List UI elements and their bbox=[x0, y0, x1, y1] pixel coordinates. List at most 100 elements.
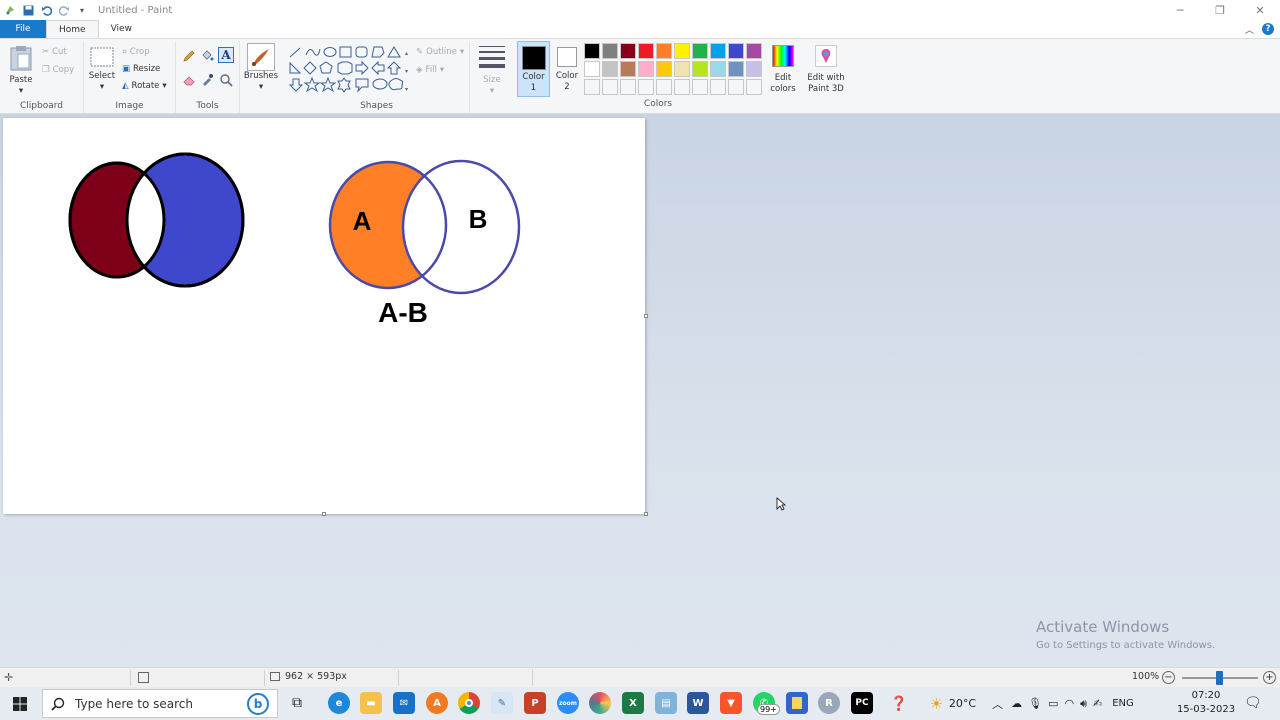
select-button[interactable]: Select ▾ bbox=[88, 47, 116, 93]
magnifier-icon[interactable] bbox=[219, 73, 233, 87]
palette-swatch[interactable] bbox=[674, 43, 690, 59]
brave-icon[interactable]: ▼ bbox=[720, 692, 742, 714]
close-button[interactable]: ✕ bbox=[1240, 0, 1280, 20]
palette-swatch[interactable] bbox=[674, 61, 690, 77]
maximize-button[interactable]: ❐ bbox=[1200, 0, 1240, 20]
zoom-slider-thumb[interactable] bbox=[1216, 671, 1223, 685]
palette-swatch[interactable] bbox=[602, 43, 618, 59]
palette-empty-swatch[interactable] bbox=[710, 79, 726, 95]
palette-swatch[interactable] bbox=[728, 43, 744, 59]
palette-swatch[interactable] bbox=[620, 43, 636, 59]
brushes-button[interactable]: Brushes ▾ bbox=[242, 43, 280, 93]
notifications-icon[interactable]: 🗨︎ bbox=[1244, 695, 1262, 711]
size-button[interactable]: Size ▾ bbox=[474, 43, 510, 97]
r-language-icon[interactable]: R bbox=[818, 692, 840, 714]
onedrive-icon[interactable]: ☁ bbox=[1011, 697, 1022, 710]
pencil-icon[interactable] bbox=[182, 49, 196, 63]
windows-start-icon[interactable] bbox=[13, 697, 27, 711]
text-tool-icon[interactable]: A bbox=[218, 47, 234, 63]
volume-icon[interactable]: 🔊︎ bbox=[1080, 697, 1087, 711]
tray-expand-icon[interactable]: ︿ bbox=[992, 696, 1003, 712]
collapse-ribbon-icon[interactable]: ︿ bbox=[1245, 23, 1254, 36]
palette-swatch[interactable] bbox=[602, 61, 618, 77]
fill-bucket-icon[interactable] bbox=[200, 49, 214, 63]
zoom-in-button[interactable]: + bbox=[1263, 671, 1276, 684]
notepad-icon[interactable]: ▤ bbox=[655, 692, 677, 714]
shapes-gallery[interactable]: ▴ ▾ ▾ bbox=[288, 45, 412, 95]
color-picker-icon[interactable] bbox=[200, 73, 214, 87]
rotate-button[interactable]: ◭ Rotate ▾ bbox=[122, 81, 167, 91]
palette-swatch[interactable] bbox=[692, 61, 708, 77]
chrome-icon[interactable] bbox=[458, 692, 480, 714]
palette-empty-swatch[interactable] bbox=[638, 79, 654, 95]
drawing-canvas[interactable]: A B A-B bbox=[3, 118, 645, 514]
paint-taskbar-icon[interactable]: ✎ bbox=[491, 692, 513, 714]
photos-icon[interactable] bbox=[589, 692, 611, 714]
palette-empty-swatch[interactable] bbox=[692, 79, 708, 95]
paste-button[interactable]: Paste ▾ bbox=[6, 45, 36, 97]
palette-swatch[interactable] bbox=[746, 61, 762, 77]
fill-button[interactable]: ◈ Fill ▾ bbox=[416, 65, 444, 75]
cut-button[interactable]: ✂ Cut bbox=[42, 47, 67, 57]
palette-empty-swatch[interactable] bbox=[602, 79, 618, 95]
resize-button[interactable]: ▣ Resize bbox=[122, 64, 160, 74]
outline-button[interactable]: ✎ Outline ▾ bbox=[416, 47, 464, 57]
tab-home[interactable]: Home bbox=[46, 20, 99, 38]
avast-icon[interactable]: A bbox=[426, 692, 448, 714]
file-explorer-icon[interactable]: ▬ bbox=[360, 692, 382, 714]
palette-swatch[interactable] bbox=[692, 43, 708, 59]
palette-empty-swatch[interactable] bbox=[584, 79, 600, 95]
palette-swatch[interactable] bbox=[656, 61, 672, 77]
palette-swatch[interactable] bbox=[746, 43, 762, 59]
pen-icon[interactable]: ✍ bbox=[1093, 697, 1102, 710]
weather-temperature[interactable]: 20°C bbox=[949, 697, 976, 710]
wifi-icon[interactable]: ◠ bbox=[1064, 697, 1074, 710]
palette-empty-swatch[interactable] bbox=[674, 79, 690, 95]
palette-empty-swatch[interactable] bbox=[656, 79, 672, 95]
eraser-icon[interactable] bbox=[182, 73, 196, 87]
tab-file[interactable]: File bbox=[0, 20, 46, 38]
battery-icon[interactable]: ▭ bbox=[1048, 697, 1058, 710]
minimize-button[interactable]: ─ bbox=[1160, 0, 1200, 20]
palette-swatch[interactable] bbox=[620, 61, 636, 77]
palette-swatch[interactable] bbox=[638, 61, 654, 77]
edit-with-paint3d-button[interactable]: Edit with Paint 3D bbox=[805, 43, 847, 95]
palette-swatch[interactable] bbox=[710, 61, 726, 77]
word-icon[interactable]: W bbox=[687, 692, 709, 714]
redo-icon[interactable] bbox=[58, 4, 70, 16]
help-icon[interactable]: ? bbox=[1262, 23, 1274, 35]
excel-icon[interactable]: X bbox=[622, 692, 644, 714]
customize-toolbar-chevron-icon[interactable]: ▾ bbox=[76, 4, 88, 16]
palette-empty-swatch[interactable] bbox=[746, 79, 762, 95]
tab-view[interactable]: View bbox=[99, 20, 144, 38]
color2-button[interactable]: Color 2 bbox=[552, 41, 582, 93]
edge-icon[interactable]: e bbox=[328, 692, 350, 714]
palette-empty-swatch[interactable] bbox=[728, 79, 744, 95]
palette-swatch[interactable] bbox=[656, 43, 672, 59]
canvas-resize-handle-right[interactable] bbox=[644, 314, 648, 318]
canvas-resize-handle-corner[interactable] bbox=[644, 512, 648, 516]
help-tray-icon[interactable]: ❓ bbox=[890, 696, 907, 712]
palette-swatch[interactable] bbox=[710, 43, 726, 59]
task-view-icon[interactable]: ⧉ bbox=[292, 695, 302, 711]
file-manager-icon[interactable] bbox=[786, 692, 808, 714]
palette-swatch[interactable] bbox=[728, 61, 744, 77]
pycharm-icon[interactable]: PC bbox=[851, 692, 873, 714]
clock[interactable]: 07:20 15-03-2023 bbox=[1176, 689, 1236, 717]
color1-button[interactable]: Color 1 bbox=[517, 41, 550, 97]
undo-icon[interactable] bbox=[40, 4, 52, 16]
zoom-icon[interactable]: zoom bbox=[557, 692, 579, 714]
weather-icon[interactable]: ☀ bbox=[929, 695, 942, 713]
microphone-icon[interactable]: 🎙︎ bbox=[1028, 697, 1042, 710]
edit-colors-button[interactable]: Edit colors bbox=[766, 43, 800, 95]
save-icon[interactable] bbox=[22, 4, 34, 16]
palette-swatch[interactable] bbox=[584, 43, 600, 59]
taskbar-search-box[interactable]: Type here to search b bbox=[42, 689, 278, 718]
zoom-out-button[interactable]: − bbox=[1162, 671, 1175, 684]
canvas-resize-handle-bottom[interactable] bbox=[322, 512, 326, 516]
palette-empty-swatch[interactable] bbox=[620, 79, 636, 95]
palette-swatch[interactable] bbox=[584, 61, 600, 77]
palette-swatch[interactable] bbox=[638, 43, 654, 59]
powerpoint-icon[interactable]: P bbox=[524, 692, 546, 714]
copy-button[interactable]: ❐ Copy bbox=[42, 65, 74, 75]
